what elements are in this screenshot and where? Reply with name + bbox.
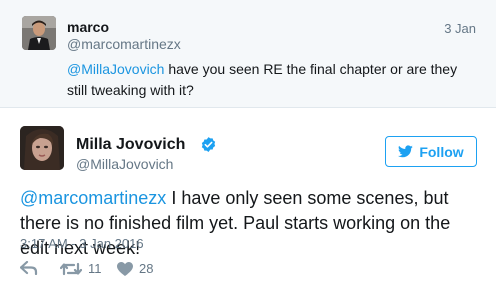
parent-tweet[interactable]: marco @marcomartinezx 3 Jan @MillaJovovi… (0, 0, 496, 108)
author-name[interactable]: marco (67, 19, 109, 35)
retweet-icon (60, 262, 82, 275)
retweet-button[interactable]: 11 (60, 261, 102, 276)
mention-link[interactable]: @marcomartinezx (20, 188, 166, 208)
tweet-timestamp[interactable]: 3:17 AM - 3 Jan 2016 (20, 236, 144, 251)
verified-icon (201, 137, 216, 152)
avatar[interactable] (22, 16, 56, 50)
retweet-count: 11 (88, 261, 102, 276)
follow-label: Follow (419, 143, 464, 160)
reply-icon (20, 261, 38, 275)
author-name[interactable]: Milla Jovovich (76, 136, 185, 154)
mention-link[interactable]: @MillaJovovich (67, 61, 164, 77)
like-count: 28 (139, 261, 154, 276)
avatar-image (20, 126, 64, 170)
author-handle[interactable]: @MillaJovovich (76, 156, 173, 172)
tweet-text: @MillaJovovich have you seen RE the fina… (67, 59, 477, 101)
tweet-date[interactable]: 3 Jan (444, 21, 476, 36)
twitter-bird-icon (398, 145, 414, 158)
like-button[interactable]: 28 (117, 261, 153, 276)
avatar[interactable] (20, 126, 64, 170)
author-handle[interactable]: @marcomartinezx (67, 36, 181, 52)
avatar-image (22, 16, 56, 50)
follow-button[interactable]: Follow (385, 136, 477, 167)
like-icon (117, 261, 133, 276)
reply-button[interactable] (20, 261, 38, 275)
